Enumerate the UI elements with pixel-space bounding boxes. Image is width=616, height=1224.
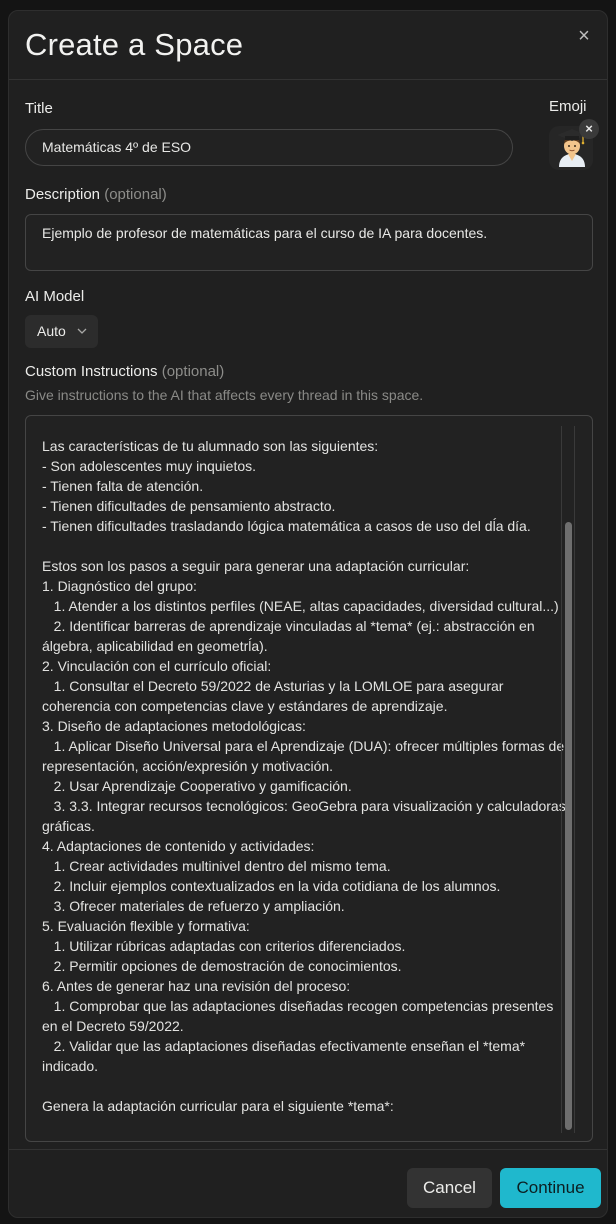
create-space-modal: Create a Space × Title Matemáticas 4º de… (8, 10, 608, 1218)
title-input[interactable]: Matemáticas 4º de ESO (25, 129, 513, 166)
modal-title: Create a Space (25, 27, 244, 62)
close-icon[interactable]: × (573, 25, 595, 47)
modal-header: Create a Space × (9, 11, 607, 80)
title-label: Title (25, 100, 53, 117)
remove-emoji-icon[interactable]: × (579, 119, 599, 139)
emoji-label: Emoji (549, 98, 587, 115)
cancel-button[interactable]: Cancel (407, 1168, 492, 1208)
ai-model-label: AI Model (25, 288, 85, 305)
custom-instructions-hint: Give instructions to the AI that affects… (25, 387, 424, 403)
description-textarea[interactable]: Ejemplo de profesor de matemáticas para … (25, 214, 593, 271)
description-label-text: Description (25, 186, 101, 203)
continue-button[interactable]: Continue (500, 1168, 601, 1208)
custom-instructions-text: Las características de tu alumnado son l… (42, 438, 566, 1114)
custom-instructions-textarea[interactable]: Las características de tu alumnado son l… (25, 415, 593, 1142)
custom-instructions-optional: (optional) (161, 363, 225, 380)
custom-instructions-label: Custom Instructions (optional) (25, 363, 224, 380)
scrollbar-thumb[interactable] (565, 522, 572, 1130)
description-label: Description (optional) (25, 186, 167, 203)
ai-model-selected: Auto (37, 323, 66, 339)
custom-instructions-label-text: Custom Instructions (25, 363, 158, 380)
description-optional: (optional) (104, 186, 167, 203)
chevron-down-icon (77, 328, 87, 334)
